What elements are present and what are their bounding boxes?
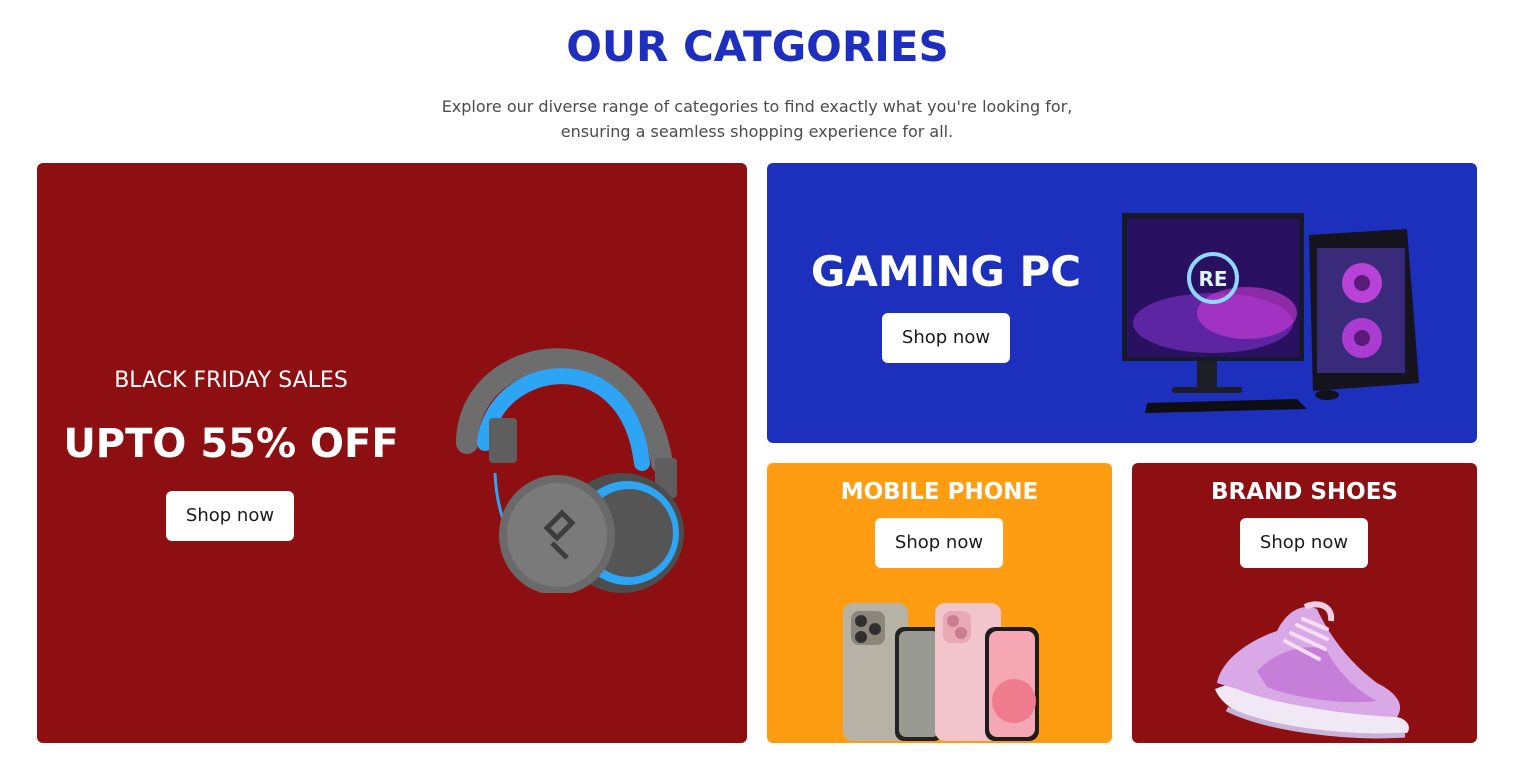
mobile-phone-card[interactable]: MOBILE PHONE Shop now <box>767 463 1112 743</box>
gaming-pc-title: GAMING PC <box>810 247 1082 296</box>
mobile-phone-title: MOBILE PHONE <box>840 479 1039 505</box>
mobile-phone-shop-button[interactable]: Shop now <box>875 518 1003 568</box>
categories-page: OUR CATGORIES Explore our diverse range … <box>0 0 1522 772</box>
headphones-image <box>437 323 697 593</box>
brand-shoes-card[interactable]: BRAND SHOES Shop now <box>1132 463 1477 743</box>
black-friday-card[interactable]: BLACK FRIDAY SALES UPTO 55% OFF Shop now <box>37 163 747 743</box>
brand-shoes-title: BRAND SHOES <box>1210 479 1399 505</box>
gaming-pc-image: RE <box>1117 203 1427 418</box>
sneaker-image <box>1207 601 1417 743</box>
brand-shoes-shop-button[interactable]: Shop now <box>1240 518 1368 568</box>
smartphones-image <box>839 601 1044 741</box>
black-friday-eyebrow: BLACK FRIDAY SALES <box>114 368 348 393</box>
black-friday-headline: UPTO 55% OFF <box>63 421 399 467</box>
black-friday-shop-button[interactable]: Shop now <box>166 491 294 541</box>
section-subtitle: Explore our diverse range of categories … <box>441 97 1073 141</box>
svg-text:RE: RE <box>1198 267 1227 291</box>
gaming-pc-card[interactable]: GAMING PC Shop now RE <box>767 163 1477 443</box>
gaming-pc-shop-button[interactable]: Shop now <box>882 313 1010 363</box>
section-title: OUR CATGORIES <box>566 22 949 71</box>
